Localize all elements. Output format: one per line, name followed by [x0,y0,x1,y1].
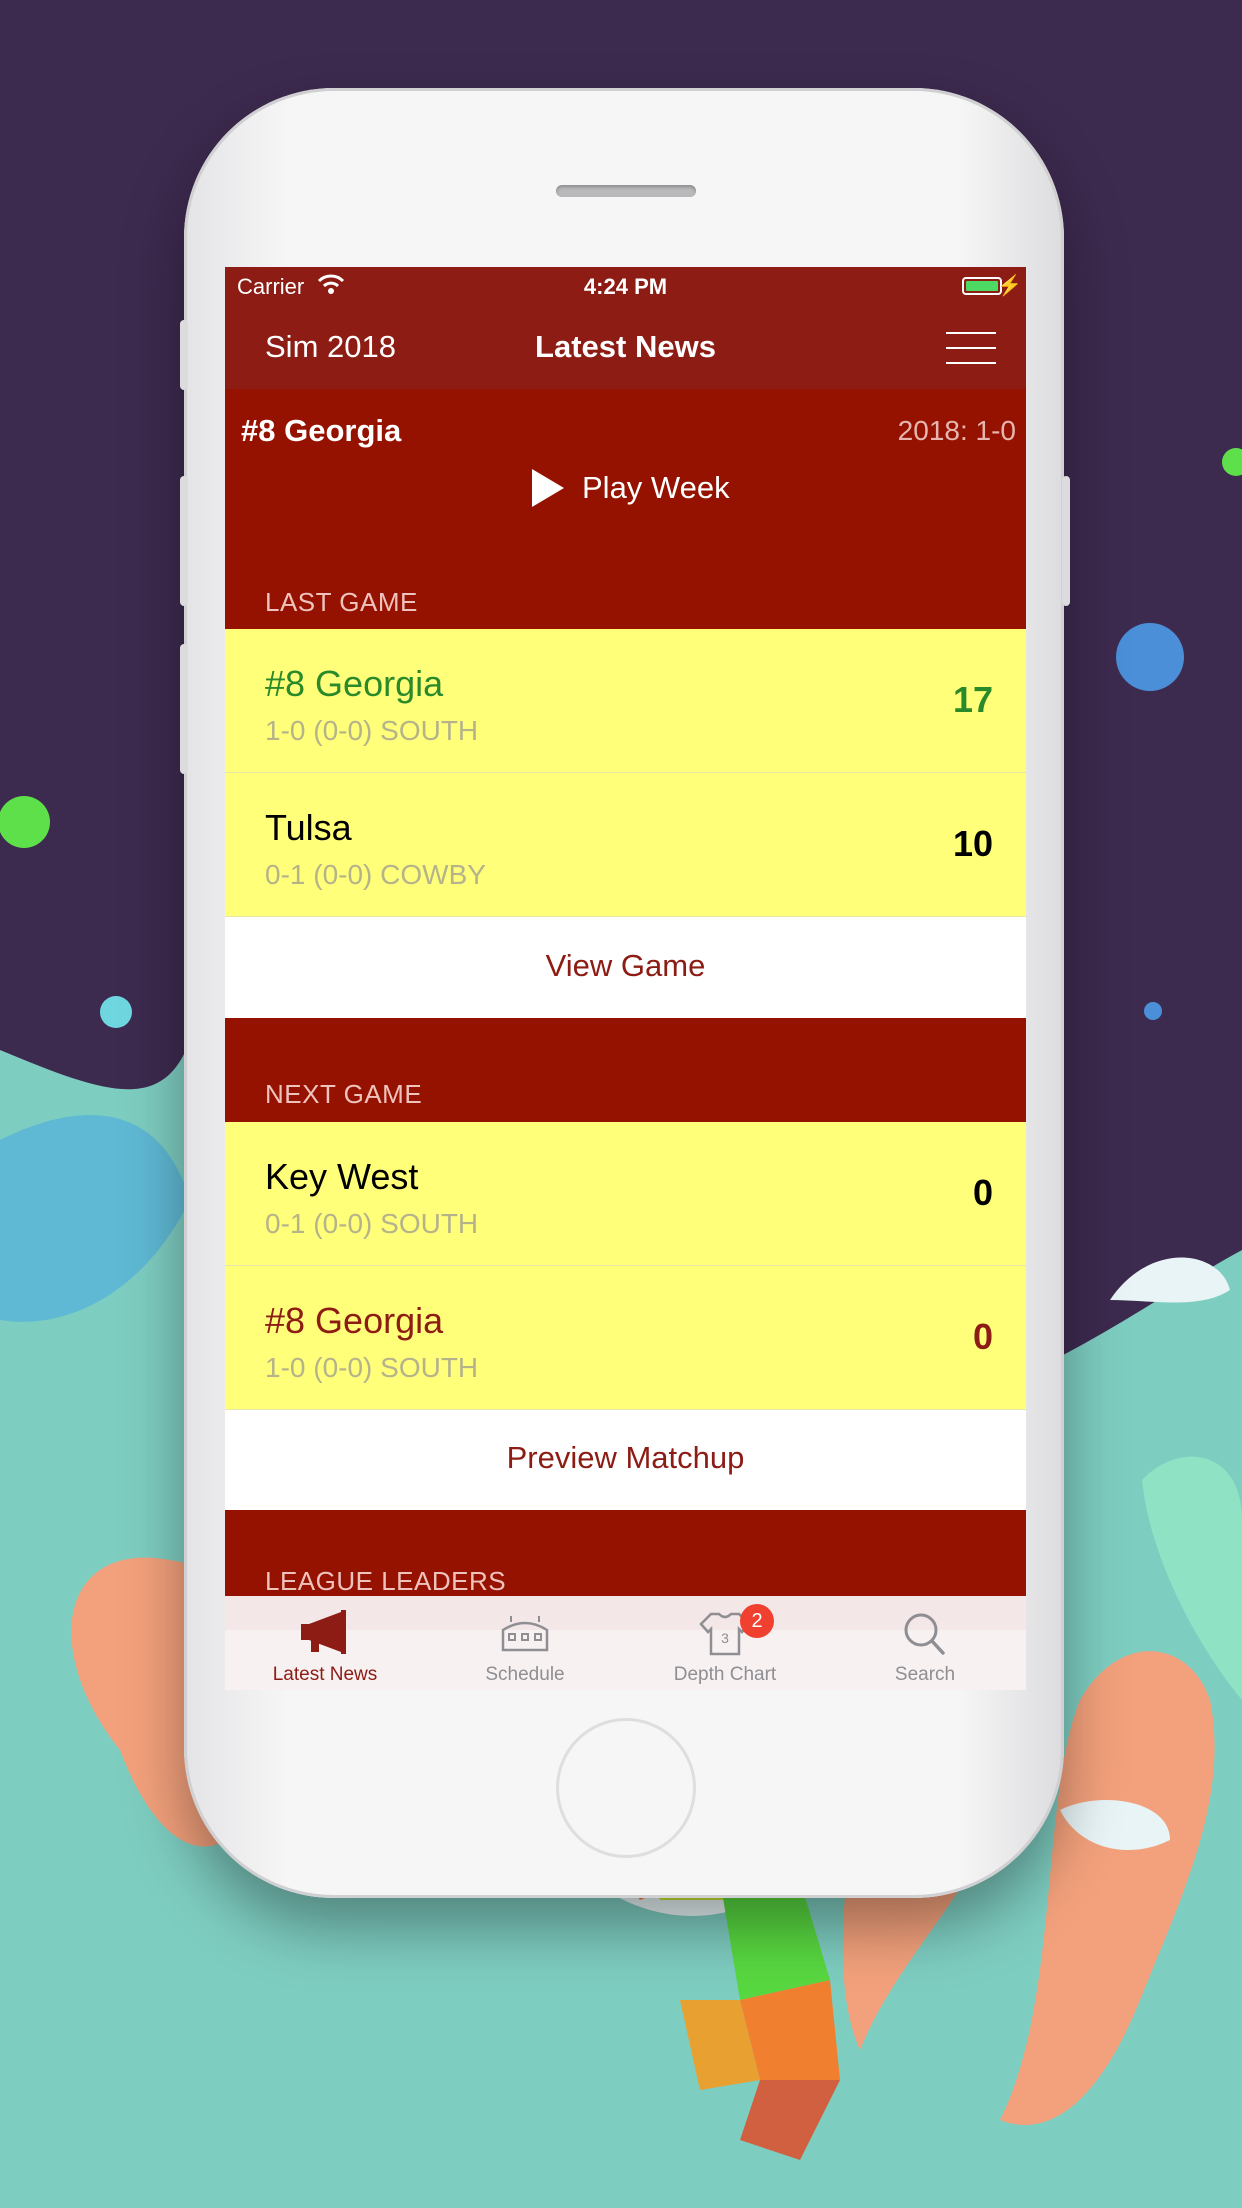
svg-text:3: 3 [721,1630,729,1646]
app-screen: Carrier 4:24 PM ⚡ Sim 2018 Latest News #… [225,267,1026,1690]
team-name: #8 Georgia [265,663,444,704]
next-game-team-row[interactable]: Key West 0-1 (0-0) SOUTH 0 [225,1122,1026,1266]
phone-speaker [556,185,696,197]
team-title: #8 Georgia [241,413,402,448]
tab-latest-news[interactable]: Latest News [225,1596,425,1690]
tab-label: Schedule [485,1664,565,1685]
battery-icon [962,277,1002,295]
team-record: 1-0 (0-0) SOUTH [265,715,479,746]
page-title: Latest News [535,329,716,364]
preview-matchup-button[interactable]: Preview Matchup [225,1410,1026,1506]
team-name: Tulsa [265,807,352,848]
status-time: 4:24 PM [583,274,668,299]
league-leaders-section-label: LEAGUE LEADERS [265,1566,507,1596]
phone-volume-up [180,476,188,606]
team-record: 1-0 (0-0) SOUTH [265,1352,479,1383]
play-week-label: Play Week [582,470,730,505]
team-header: #8 Georgia 2018: 1-0 Play Week LAST GAME [225,389,1026,629]
megaphone-icon [301,1610,346,1654]
tab-depth-chart[interactable]: 3 2 Depth Chart [625,1596,825,1690]
team-record: 0-1 (0-0) SOUTH [265,1208,479,1239]
phone-volume-down [180,644,188,774]
team-score: 17 [952,679,993,720]
notification-badge: 2 [740,1604,774,1638]
view-game-button[interactable]: View Game [225,918,1026,1014]
tab-label: Latest News [272,1664,378,1685]
next-game-team-row[interactable]: #8 Georgia 1-0 (0-0) SOUTH 0 [225,1266,1026,1410]
season-record: 2018: 1-0 [897,415,1016,446]
team-score: 0 [972,1172,993,1213]
team-name: Key West [265,1156,419,1197]
phone-power-button [1062,476,1070,606]
tab-label: Depth Chart [673,1664,777,1685]
charging-bolt-icon: ⚡ [997,275,1022,297]
home-button[interactable] [556,1718,696,1858]
phone-side-button [180,320,188,390]
tab-search[interactable]: Search [825,1596,1025,1690]
team-name: #8 Georgia [265,1300,444,1341]
team-score: 10 [952,823,993,864]
last-game-team-row[interactable]: #8 Georgia 1-0 (0-0) SOUTH 17 [225,629,1026,773]
status-bar: Carrier 4:24 PM ⚡ [225,267,1026,307]
navigation-bar: Carrier 4:24 PM ⚡ Sim 2018 Latest News [225,267,1026,389]
hamburger-menu-icon[interactable] [946,332,996,364]
tab-label: Search [894,1664,956,1685]
next-game-section-header: NEXT GAME [225,1018,1026,1122]
view-game-label: View Game [545,948,706,983]
preview-matchup-label: Preview Matchup [506,1440,745,1475]
stadium-icon [501,1616,549,1652]
tab-bar: Latest News Schedule 3 2 Depth Chart Sea… [225,1596,1026,1690]
search-icon [904,1613,945,1655]
tab-schedule[interactable]: Schedule [425,1596,625,1690]
last-game-team-row[interactable]: Tulsa 0-1 (0-0) COWBY 10 [225,773,1026,917]
team-record: 0-1 (0-0) COWBY [265,859,486,890]
last-game-section-label: LAST GAME [265,587,418,617]
play-week-button[interactable]: Play Week [532,469,730,507]
team-score: 0 [972,1316,993,1357]
next-game-section-label: NEXT GAME [265,1079,423,1109]
play-icon [532,469,564,507]
